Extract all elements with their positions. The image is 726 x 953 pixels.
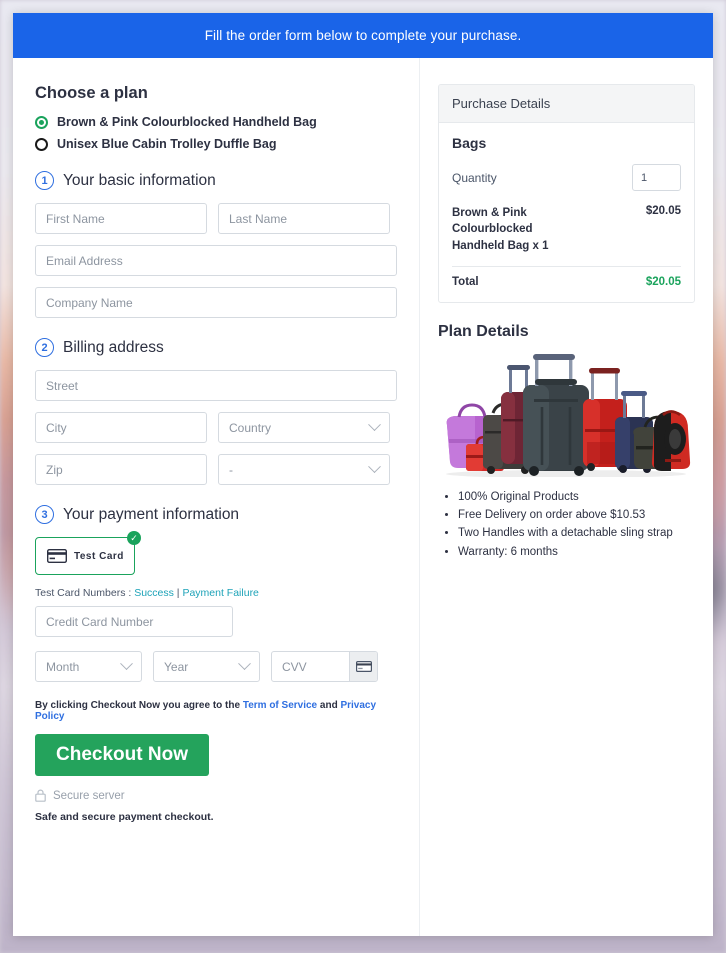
purchase-details-body: Bags Quantity 1 Brown & Pink Colourblock… xyxy=(439,123,694,302)
banner: Fill the order form below to complete yo… xyxy=(13,13,713,58)
quantity-label: Quantity xyxy=(452,170,497,185)
credit-card-icon xyxy=(47,549,67,563)
safe-checkout-note: Safe and secure payment checkout. xyxy=(35,811,214,823)
summary-column: Purchase Details Bags Quantity 1 Brown &… xyxy=(420,58,713,936)
step-title: Billing address xyxy=(63,338,164,356)
step-title: Your basic information xyxy=(63,171,216,189)
line-item-name: Brown & Pink Colourblocked Handheld Bag … xyxy=(452,207,549,252)
quantity-row: Quantity 1 xyxy=(452,164,681,191)
plan-feature-list: 100% Original Products Free Delivery on … xyxy=(438,489,695,561)
line-item-price: $20.05 xyxy=(645,205,681,217)
step-payment-information: 3 Your payment information xyxy=(35,505,397,524)
list-item: Two Handles with a detachable sling stra… xyxy=(458,525,695,542)
choose-plan-heading: Choose a plan xyxy=(35,84,148,102)
city-country-row: City Country xyxy=(35,412,397,443)
terms-middle: and xyxy=(317,700,341,711)
expiry-cvv-row: Month Year CVV xyxy=(35,651,397,682)
checkout-card: Fill the order form below to complete yo… xyxy=(13,13,713,936)
year-select-value: Year xyxy=(164,659,189,674)
step-number: 3 xyxy=(35,505,54,524)
credit-card-icon xyxy=(355,661,372,672)
purchase-details-title: Bags xyxy=(452,135,487,151)
street-input[interactable]: Street xyxy=(35,370,397,401)
payment-failure-card-link[interactable]: Payment Failure xyxy=(182,587,258,599)
secure-server-label: Secure server xyxy=(53,789,125,802)
chevron-down-icon xyxy=(238,657,251,671)
name-row: First Name Last Name xyxy=(35,203,397,234)
test-card-label: Test Card xyxy=(74,550,124,562)
state-select[interactable]: - xyxy=(218,454,390,485)
quantity-input[interactable]: 1 xyxy=(632,164,681,191)
success-card-link[interactable]: Success xyxy=(134,587,174,599)
divider xyxy=(452,265,681,267)
step-number: 2 xyxy=(35,338,54,357)
credit-card-number-input[interactable]: Credit Card Number xyxy=(35,606,233,637)
test-card-option[interactable]: ✓ Test Card xyxy=(35,531,141,575)
checkout-now-button[interactable]: Checkout Now xyxy=(35,734,209,776)
list-item: Warranty: 6 months xyxy=(458,544,695,561)
step-basic-information: 1 Your basic information xyxy=(35,171,397,190)
plan-option-brown-pink[interactable]: Brown & Pink Colourblocked Handheld Bag xyxy=(35,115,397,129)
plan-option-label: Brown & Pink Colourblocked Handheld Bag xyxy=(57,115,317,129)
term-of-service-link[interactable]: Term of Service xyxy=(243,700,317,711)
month-select[interactable]: Month xyxy=(35,651,142,682)
card-body: Choose a plan Brown & Pink Colourblocked… xyxy=(13,58,713,936)
step-number: 1 xyxy=(35,171,54,190)
company-input[interactable]: Company Name xyxy=(35,287,397,318)
terms-text: By clicking Checkout Now you agree to th… xyxy=(35,700,397,722)
lock-icon xyxy=(35,789,46,802)
line-item-row: Brown & Pink Colourblocked Handheld Bag … xyxy=(452,205,681,254)
test-card-note-prefix: Test Card Numbers : xyxy=(35,587,135,599)
card-number-row: Credit Card Number xyxy=(35,606,397,637)
form-column: Choose a plan Brown & Pink Colourblocked… xyxy=(13,58,420,936)
company-row: Company Name xyxy=(35,287,397,318)
radio-selected-icon[interactable] xyxy=(35,115,48,129)
chevron-down-icon xyxy=(368,460,381,474)
zip-state-row: Zip - xyxy=(35,454,397,485)
plan-option-label: Unisex Blue Cabin Trolley Duffle Bag xyxy=(57,137,277,151)
state-select-value: - xyxy=(229,462,233,477)
email-row: Email Address xyxy=(35,245,397,276)
step-billing-address: 2 Billing address xyxy=(35,338,397,357)
cvv-input-group[interactable]: CVV xyxy=(271,651,378,682)
banner-text: Fill the order form below to complete yo… xyxy=(204,28,522,43)
radio-unselected-icon[interactable] xyxy=(35,137,48,151)
total-value: $20.05 xyxy=(645,275,681,288)
total-row: Total $20.05 xyxy=(452,276,681,288)
month-select-value: Month xyxy=(46,659,80,674)
purchase-details-panel: Purchase Details Bags Quantity 1 Brown &… xyxy=(438,84,695,303)
first-name-input[interactable]: First Name xyxy=(35,203,207,234)
test-card-numbers-note: Test Card Numbers : Success | Payment Fa… xyxy=(35,587,397,599)
plan-option-unisex-blue[interactable]: Unisex Blue Cabin Trolley Duffle Bag xyxy=(35,137,397,151)
country-select-value: Country xyxy=(229,420,272,435)
chevron-down-icon xyxy=(368,418,381,432)
cvv-input[interactable]: CVV xyxy=(272,660,349,674)
total-label: Total xyxy=(452,275,479,288)
secure-server-row: Secure server xyxy=(35,789,397,802)
year-select[interactable]: Year xyxy=(153,651,260,682)
email-input[interactable]: Email Address xyxy=(35,245,397,276)
plan-details-title: Plan Details xyxy=(438,322,529,340)
chevron-down-icon xyxy=(120,657,133,671)
list-item: Free Delivery on order above $10.53 xyxy=(458,507,695,524)
step-title: Your payment information xyxy=(63,505,240,523)
last-name-input[interactable]: Last Name xyxy=(218,203,390,234)
purchase-details-header: Purchase Details xyxy=(439,85,694,123)
terms-prefix: By clicking Checkout Now you agree to th… xyxy=(35,700,243,711)
list-item: 100% Original Products xyxy=(458,489,695,506)
check-circle-icon: ✓ xyxy=(127,531,141,545)
street-row: Street xyxy=(35,370,397,401)
zip-input[interactable]: Zip xyxy=(35,454,207,485)
luggage-set-image xyxy=(446,353,691,477)
cvv-hint-button[interactable] xyxy=(349,652,377,681)
city-input[interactable]: City xyxy=(35,412,207,443)
country-select[interactable]: Country xyxy=(218,412,390,443)
